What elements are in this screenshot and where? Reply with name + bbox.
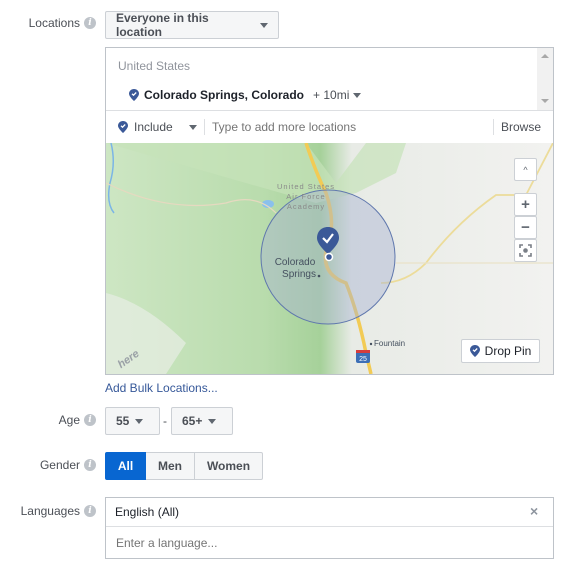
age-label: Age i bbox=[59, 413, 96, 427]
interstate-shield-icon: 25 bbox=[356, 350, 370, 363]
recenter-button[interactable] bbox=[514, 239, 537, 262]
gender-option-label: Men bbox=[158, 459, 182, 473]
city-dot bbox=[317, 274, 321, 278]
location-panel: United States Colorado Springs, Colorado… bbox=[105, 47, 554, 375]
chevron-down-icon bbox=[353, 92, 362, 98]
gender-label: Gender i bbox=[40, 458, 96, 472]
info-icon[interactable]: i bbox=[84, 505, 96, 517]
scroll-up-icon[interactable] bbox=[541, 54, 549, 58]
info-icon[interactable]: i bbox=[84, 459, 96, 471]
info-icon[interactable]: i bbox=[84, 414, 96, 426]
scroll-down-icon[interactable] bbox=[541, 99, 549, 103]
zoom-out-button[interactable]: − bbox=[514, 216, 537, 239]
location-map[interactable]: United States Air Force Academy Colorado… bbox=[106, 143, 553, 374]
selected-location-item: Colorado Springs, Colorado + 10mi bbox=[129, 88, 362, 102]
location-pin-icon bbox=[469, 345, 480, 357]
svg-text:Air Force: Air Force bbox=[286, 192, 325, 201]
location-name: Colorado Springs, Colorado bbox=[144, 88, 305, 102]
age-max-value: 65+ bbox=[182, 414, 203, 428]
language-value: English (All) bbox=[115, 505, 180, 519]
locations-label: Locations i bbox=[29, 16, 96, 30]
chevron-up-icon: ^ bbox=[523, 164, 528, 175]
gender-option-men[interactable]: Men bbox=[146, 452, 195, 480]
town-dot bbox=[369, 342, 373, 346]
gender-option-women[interactable]: Women bbox=[194, 452, 263, 480]
divider bbox=[204, 119, 205, 135]
chevron-down-icon bbox=[135, 418, 144, 424]
locations-label-text: Locations bbox=[28, 16, 80, 30]
minus-icon: − bbox=[521, 219, 530, 236]
location-pin-icon bbox=[129, 89, 139, 101]
chevron-down-icon bbox=[260, 22, 268, 28]
svg-text:Academy: Academy bbox=[287, 202, 325, 211]
map-collapse-button[interactable]: ^ bbox=[514, 158, 537, 181]
age-min-select[interactable]: 55 bbox=[105, 407, 160, 435]
country-header: United States bbox=[118, 59, 191, 73]
add-bulk-locations-link[interactable]: Add Bulk Locations... bbox=[105, 381, 218, 395]
language-input[interactable] bbox=[114, 534, 534, 552]
languages-label: Languages i bbox=[21, 504, 96, 518]
recenter-icon bbox=[519, 244, 532, 257]
gender-option-label: All bbox=[117, 459, 134, 473]
age-max-select[interactable]: 65+ bbox=[171, 407, 233, 435]
location-pin-icon bbox=[118, 121, 128, 133]
info-icon[interactable]: i bbox=[84, 17, 96, 29]
svg-text:Springs: Springs bbox=[282, 269, 316, 280]
include-value: Include bbox=[134, 120, 173, 134]
svg-text:United States: United States bbox=[277, 182, 335, 191]
plus-icon: + bbox=[521, 196, 530, 213]
radius-select[interactable]: + 10mi bbox=[313, 88, 362, 102]
divider bbox=[493, 119, 494, 135]
audience-type-select[interactable]: Everyone in this location bbox=[105, 11, 279, 39]
selected-language-token: English (All) × bbox=[106, 498, 553, 527]
svg-text:25: 25 bbox=[359, 356, 367, 363]
drop-pin-button[interactable]: Drop Pin bbox=[461, 339, 540, 363]
audience-type-value: Everyone in this location bbox=[116, 11, 209, 39]
selected-locations-list: United States Colorado Springs, Colorado… bbox=[106, 48, 553, 111]
age-min-value: 55 bbox=[116, 414, 130, 428]
browse-button[interactable]: Browse bbox=[501, 120, 541, 134]
include-select[interactable]: Include bbox=[118, 120, 197, 134]
fountain-label: Fountain bbox=[374, 339, 405, 348]
languages-label-text: Languages bbox=[20, 504, 80, 518]
gender-option-label: Women bbox=[206, 459, 251, 473]
radius-value: + 10mi bbox=[313, 88, 350, 102]
location-search-input[interactable] bbox=[210, 117, 480, 137]
zoom-in-button[interactable]: + bbox=[514, 193, 537, 216]
remove-language-icon[interactable]: × bbox=[530, 503, 538, 519]
gender-option-all[interactable]: All bbox=[105, 452, 146, 480]
svg-text:Colorado: Colorado bbox=[275, 257, 316, 268]
chevron-down-icon bbox=[188, 124, 197, 130]
drop-pin-label: Drop Pin bbox=[484, 344, 532, 358]
scrollbar[interactable] bbox=[537, 48, 553, 110]
chevron-down-icon bbox=[208, 418, 217, 424]
age-separator: - bbox=[163, 414, 167, 428]
gender-label-text: Gender bbox=[39, 458, 80, 472]
languages-field: English (All) × bbox=[105, 497, 554, 559]
location-search-row: Include Browse bbox=[106, 111, 553, 143]
age-label-text: Age bbox=[58, 413, 80, 427]
